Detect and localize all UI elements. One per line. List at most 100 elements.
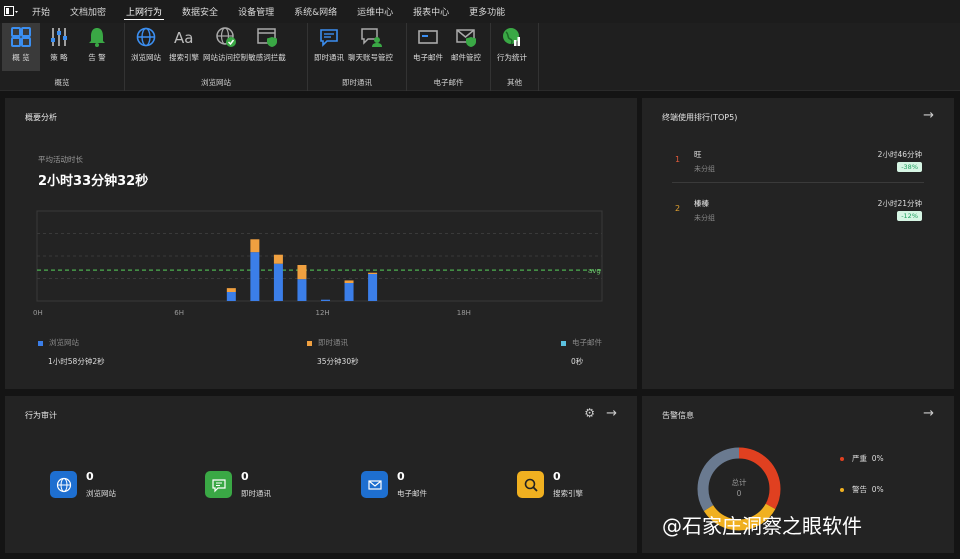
ribbon-group-label: 电子邮件 (433, 78, 464, 87)
legend-swatch (38, 340, 43, 346)
x-tick-label: 12H (316, 309, 330, 317)
sliders-icon (51, 28, 67, 46)
app-menu-icon[interactable] (0, 0, 22, 23)
overview-button-label: 概 览 (12, 53, 30, 62)
rank-number: 2 (675, 204, 681, 213)
policy-button[interactable]: 策 略 (40, 23, 78, 71)
menu-ops-center[interactable]: 运维中心 (347, 0, 403, 23)
ribbon-group-label: 概览 (54, 78, 70, 87)
menu-device-management[interactable]: 设备管理 (228, 0, 284, 23)
menu-start[interactable]: 开始 (22, 0, 60, 23)
ribbon-group-label: 其他 (507, 78, 522, 87)
ribbon-toolbar: 概 览 策 略 告 警 概览 浏览网站 Aa 搜索引擎 网站访问控制 敏感词拦截… (0, 23, 960, 91)
audit-im[interactable]: 0 即时通讯 (205, 468, 355, 504)
globe-icon (50, 471, 77, 498)
ribbon-group-browsing: 浏览网站 Aa 搜索引擎 网站访问控制 敏感词拦截 浏览网站 (125, 23, 308, 91)
legend-email: 电子邮件 0秒 (561, 337, 602, 367)
website-access-control-button[interactable]: 网站访问控制 (203, 23, 248, 71)
legend-name: 电子邮件 (572, 338, 602, 347)
chart-bar-segment (273, 263, 283, 301)
legend-dot (840, 488, 844, 492)
website-access-control-label: 网站访问控制 (203, 53, 248, 62)
audit-email[interactable]: 0 电子邮件 (361, 468, 511, 504)
audit-name: 浏览网站 (86, 489, 116, 498)
instant-messaging-label: 即时通讯 (314, 53, 344, 62)
alert-legend-name: 严重 (852, 454, 867, 463)
alert-legend-name: 警告 (852, 485, 867, 494)
x-tick-label: 6H (174, 309, 184, 317)
menu-doc-encrypt[interactable]: 文档加密 (60, 0, 116, 23)
menu-system-network[interactable]: 系统&网络 (284, 0, 347, 23)
alert-arrow-icon[interactable]: → (923, 406, 934, 421)
chat-account-control-label: 聊天账号管控 (348, 53, 393, 62)
menu-more-functions[interactable]: 更多功能 (459, 0, 515, 23)
rank-usage-time: 2小时21分钟 (877, 199, 922, 208)
chart-bar-segment (368, 274, 378, 301)
behavior-statistics-button[interactable]: 行为统计 (493, 23, 531, 71)
chart-bar-segment (297, 279, 307, 301)
x-tick-label: 18H (457, 309, 471, 317)
ribbon-group-overview: 概 览 策 略 告 警 概览 (0, 23, 125, 91)
chart-bar-segment (250, 239, 260, 253)
legend-swatch (561, 340, 566, 346)
menu-report-center[interactable]: 报表中心 (403, 0, 459, 23)
menu-online-behavior[interactable]: 上网行为 (116, 0, 172, 23)
chat-icon (205, 471, 232, 498)
audit-browsing[interactable]: 0 浏览网站 (50, 468, 200, 504)
rank-change-badge: -12% (897, 211, 922, 221)
chart-bar-segment (344, 280, 354, 283)
legend-browsing: 浏览网站 1小时58分钟2秒 (38, 337, 105, 367)
svg-text:Aa: Aa (174, 29, 193, 47)
sensitive-word-block-label: 敏感词拦截 (248, 53, 286, 62)
menu-bar: 开始 文档加密 上网行为 数据安全 设备管理 系统&网络 运维中心 报表中心 更… (0, 0, 960, 23)
chat-icon (320, 29, 338, 47)
ribbon-group-email: 电子邮件 邮件管控 电子邮件 (407, 23, 491, 91)
audit-arrow-icon[interactable]: → (606, 406, 617, 421)
font-icon: Aa (174, 29, 193, 47)
ranking-title: 终端使用排行(TOP5) (662, 113, 738, 122)
ranking-row[interactable]: 1 旺 未分组 2小时46分钟 -38% (642, 145, 954, 185)
overview-title: 概要分析 (25, 113, 57, 122)
alert-title: 告警信息 (662, 411, 694, 420)
behavior-audit-panel: 行为审计 ⚙ → 0 浏览网站 0 即时通讯 0 电子邮件 0 搜索引擎 (5, 396, 637, 553)
behavior-statistics-label: 行为统计 (497, 53, 527, 62)
search-engine-label: 搜索引擎 (169, 53, 199, 62)
legend-name: 浏览网站 (49, 338, 79, 347)
mail-shield-icon (456, 29, 476, 47)
menu-data-security[interactable]: 数据安全 (172, 0, 228, 23)
gear-icon[interactable]: ⚙ (584, 406, 595, 420)
alarm-button[interactable]: 告 警 (78, 23, 116, 71)
ranking-row[interactable]: 2 榛榛 未分组 2小时21分钟 -12% (642, 194, 954, 234)
chart-bar-segment (321, 299, 330, 301)
watermark-text: @石家庄洞察之眼软件 (662, 514, 862, 538)
policy-button-label: 策 略 (50, 53, 68, 62)
legend-value: 0秒 (571, 357, 584, 366)
browse-websites-button[interactable]: 浏览网站 (127, 23, 165, 71)
instant-messaging-button[interactable]: 即时通讯 (310, 23, 348, 71)
ranking-arrow-icon[interactable]: → (923, 108, 934, 123)
globe-icon (136, 27, 156, 47)
search-icon (517, 471, 544, 498)
legend-value: 1小时58分钟2秒 (48, 357, 105, 366)
audit-count: 0 (241, 470, 249, 483)
bell-icon (89, 28, 105, 47)
chart-bar-segment (226, 288, 236, 292)
chart-bar-segment (344, 283, 354, 301)
overview-button[interactable]: 概 览 (2, 23, 40, 71)
email-control-button[interactable]: 邮件管控 (447, 23, 485, 71)
activity-chart: 0H 6H 12H 18H (33, 210, 603, 317)
alert-legend-severe: 严重 0% (840, 453, 884, 464)
sensitive-word-block-button[interactable]: 敏感词拦截 (248, 23, 286, 71)
search-engine-button[interactable]: Aa 搜索引擎 (165, 23, 203, 71)
alarm-button-label: 告 警 (88, 53, 106, 62)
window-shield-icon (257, 28, 277, 47)
email-button[interactable]: 电子邮件 (409, 23, 447, 71)
chart-bar-segment (297, 265, 307, 280)
ribbon-group-other: 行为统计 其他 (491, 23, 539, 91)
x-tick-label: 0H (33, 309, 43, 317)
ribbon-group-label: 即时通讯 (342, 78, 372, 87)
chat-account-control-button[interactable]: 聊天账号管控 (348, 23, 393, 71)
terminal-ranking-panel: 终端使用排行(TOP5) → 1 旺 未分组 2小时46分钟 -38% 2 榛榛… (642, 98, 954, 389)
browse-websites-label: 浏览网站 (131, 53, 161, 62)
mail-icon (418, 30, 438, 44)
